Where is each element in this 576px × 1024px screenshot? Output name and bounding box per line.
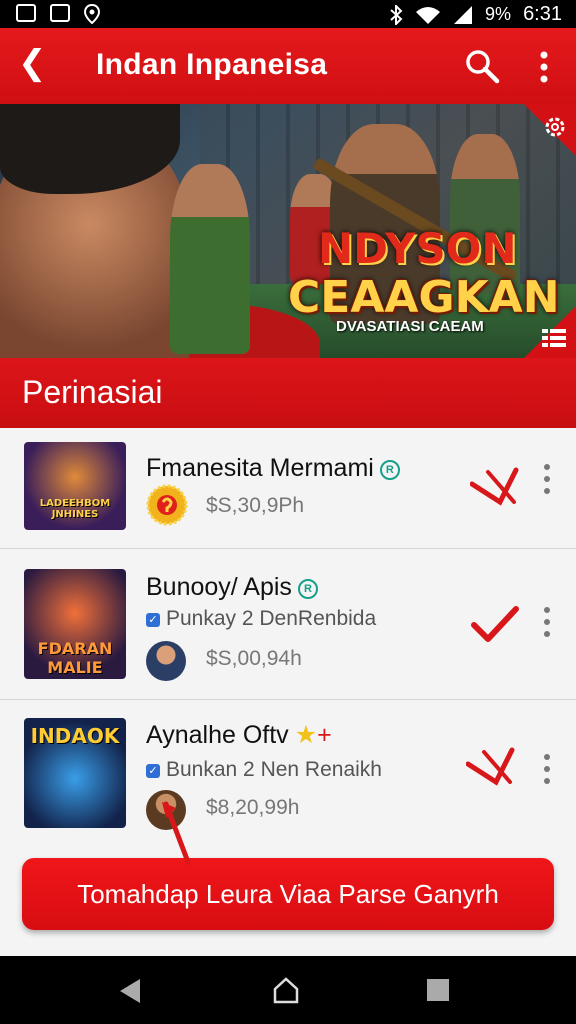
bluetooth-icon xyxy=(390,4,403,25)
banner-tagline: DVASATIASI CAEAM xyxy=(336,318,484,335)
wifi-icon xyxy=(416,6,441,24)
nav-recents-icon[interactable] xyxy=(426,978,450,1002)
verified-badge-icon: R xyxy=(379,460,400,480)
item-menu-icon[interactable] xyxy=(540,752,554,786)
banner-logo-line1: NDYSON xyxy=(318,224,517,273)
verified-check-icon: ✓ xyxy=(146,613,160,627)
section-title: Perinasiai xyxy=(22,374,163,410)
battery-level: 9% xyxy=(485,4,512,24)
back-arrow-icon[interactable]: ❮ xyxy=(18,46,47,80)
clock: 6:31 xyxy=(523,3,562,25)
checkmark-icon[interactable] xyxy=(470,605,520,645)
banner-character xyxy=(170,164,250,354)
list-item[interactable]: LADEEHBOM JNHINES Fmanesita Mermami R $S,… xyxy=(0,428,576,549)
item-title: Fmanesita Mermami R xyxy=(146,454,400,483)
game-thumbnail: LADEEHBOM JNHINES xyxy=(24,442,126,530)
item-menu-icon[interactable] xyxy=(540,462,554,496)
list-item[interactable]: FDARAN MALIE Bunooy/ Apis R ✓ Punkay 2 Den… xyxy=(0,549,576,700)
game-thumbnail: FDARAN MALIE xyxy=(24,569,126,679)
app-bar: ❮ Indan Inpaneisa xyxy=(0,28,576,104)
list-item[interactable]: INDAOK Aynalhe Oftv ★+ ✓ Bunkan 2 Nen Rena… xyxy=(0,700,576,838)
verified-check-icon: ✓ xyxy=(146,764,160,778)
primary-action-button[interactable]: Tomahdap Leura Viaa Parse Ganyrh xyxy=(22,858,554,930)
signal-icon xyxy=(454,5,473,24)
featured-banner[interactable]: NDYSON CEAAGKAN DVASATIASI CAEAM xyxy=(0,104,576,358)
star-icon: ★ xyxy=(294,721,318,749)
search-icon[interactable] xyxy=(464,48,500,84)
location-icon xyxy=(84,4,100,24)
section-header: Perinasiai xyxy=(0,358,576,428)
verified-badge-icon: R xyxy=(297,579,318,599)
notification-icon xyxy=(16,4,36,22)
pointer-arrow-icon xyxy=(162,801,191,865)
bottom-action-area: Tomahdap Leura Viaa Parse Ganyrh xyxy=(0,838,576,956)
item-subtitle: ✓ Punkay 2 DenRenbida xyxy=(146,607,376,631)
item-price: $S,30,9Ph xyxy=(206,494,305,517)
avatar xyxy=(146,641,186,681)
item-price: $8,20,99h xyxy=(206,796,300,819)
system-nav-bar xyxy=(0,956,576,1024)
app-notification-icon xyxy=(50,4,70,22)
game-list: LADEEHBOM JNHINES Fmanesita Mermami R $S,… xyxy=(0,428,576,838)
plus-icon: + xyxy=(317,721,332,749)
game-thumbnail: INDAOK xyxy=(24,718,126,828)
item-price: $S,00,94h xyxy=(206,647,302,670)
status-bar: 9% 6:31 xyxy=(0,0,576,28)
overflow-menu-icon[interactable] xyxy=(532,50,556,84)
nav-back-icon[interactable] xyxy=(118,978,142,1004)
page-title: Indan Inpaneisa xyxy=(96,48,328,81)
cross-check-icon[interactable] xyxy=(466,746,516,786)
settings-gear-icon[interactable] xyxy=(542,114,568,140)
cross-check-icon[interactable] xyxy=(470,466,520,506)
banner-logo-line2: CEAAGKAN xyxy=(288,272,560,323)
nav-home-icon[interactable] xyxy=(272,976,300,1004)
grid-view-icon[interactable] xyxy=(542,328,566,348)
item-title: Bunooy/ Apis R xyxy=(146,573,318,602)
item-title: Aynalhe Oftv ★+ xyxy=(146,721,332,749)
item-menu-icon[interactable] xyxy=(540,605,554,639)
item-subtitle: ✓ Bunkan 2 Nen Renaikh xyxy=(146,758,382,782)
sun-coin-icon xyxy=(146,484,188,526)
